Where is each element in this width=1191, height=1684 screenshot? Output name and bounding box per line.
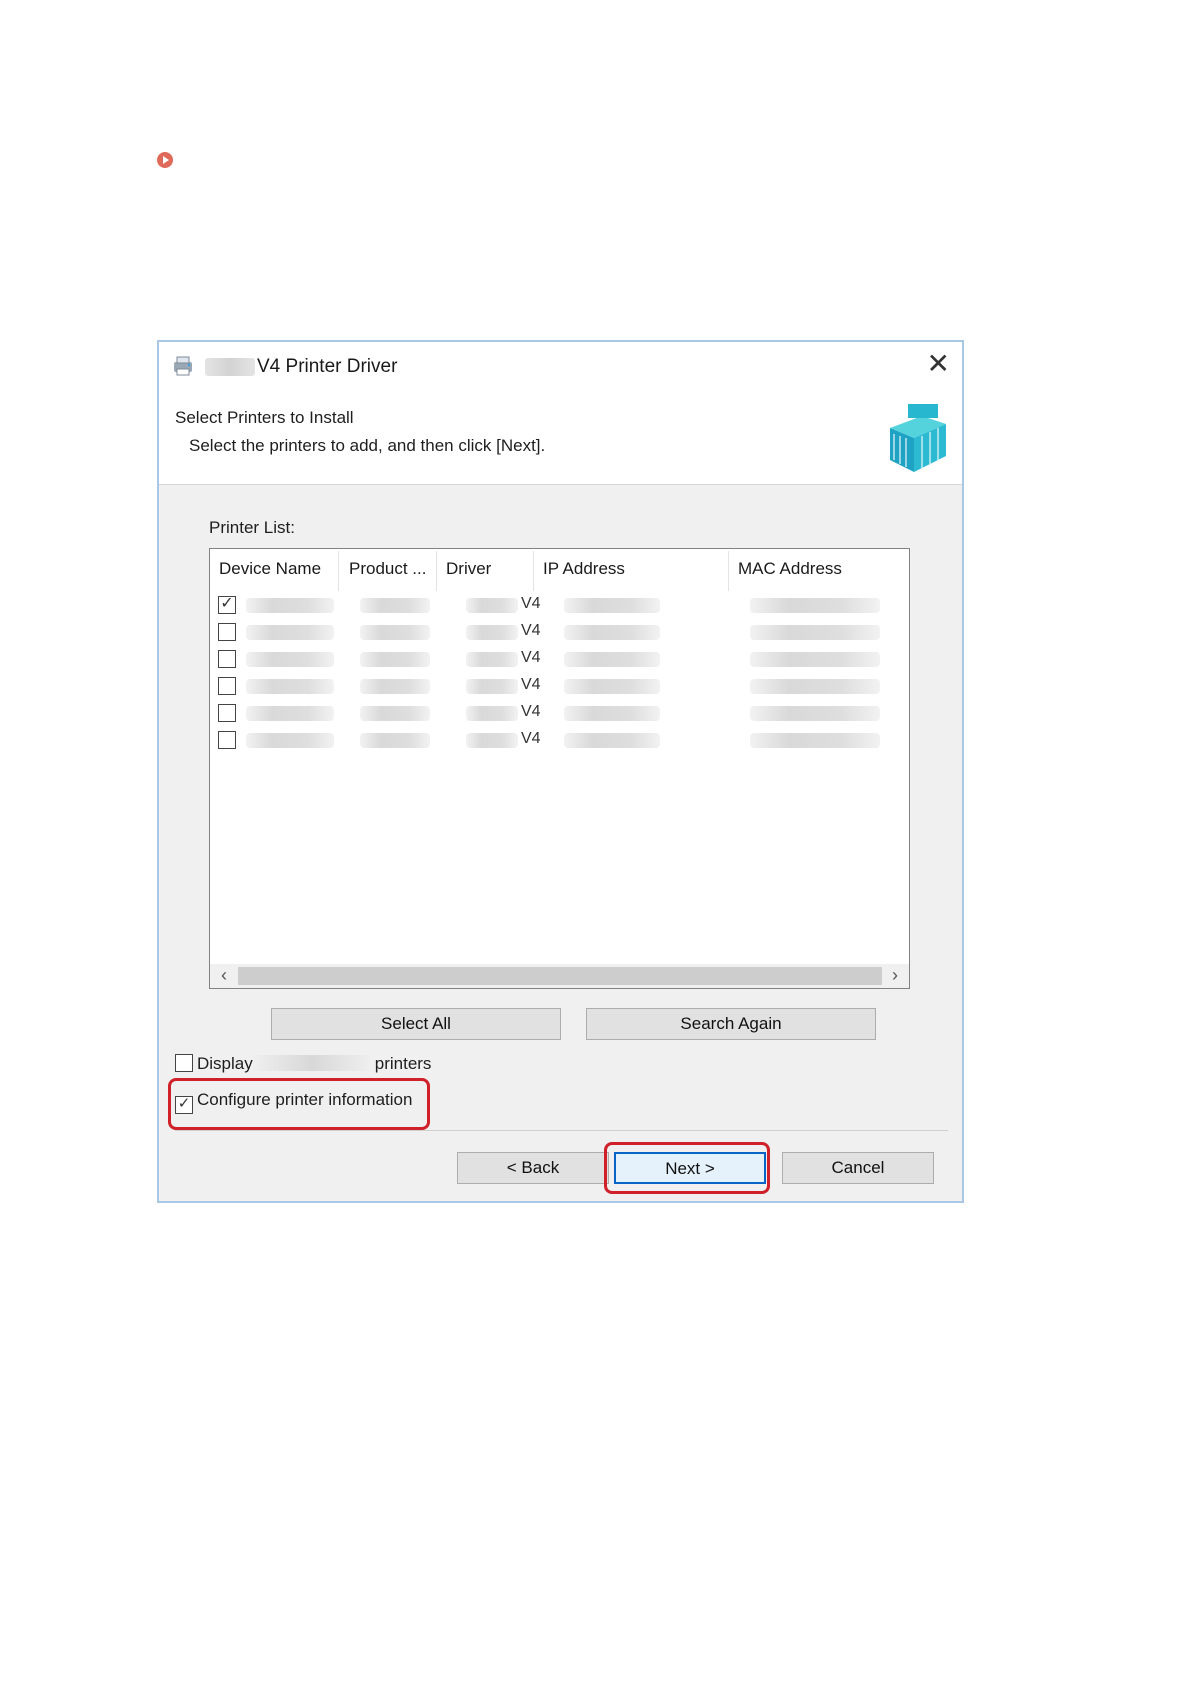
close-icon[interactable]: ✕ — [927, 350, 950, 378]
redacted-cell — [246, 679, 334, 694]
redacted-cell — [750, 733, 880, 748]
redacted-cell — [360, 625, 430, 640]
driver-cell: V4 — [521, 676, 541, 693]
dialog-header: V4 Printer Driver ✕ Select Printers to I… — [159, 342, 962, 485]
table-row[interactable]: V4 — [210, 702, 909, 729]
driver-cell: V4 — [521, 595, 541, 612]
redacted-cell — [564, 706, 660, 721]
redacted-cell — [360, 679, 430, 694]
printer-list[interactable]: Device Name Product ... Driver IP Addres… — [209, 548, 910, 989]
redacted-cell — [750, 598, 880, 613]
circle-play-icon — [157, 152, 173, 168]
row-checkbox[interactable] — [218, 731, 236, 749]
search-again-button[interactable]: Search Again — [586, 1008, 876, 1040]
redacted-cell — [564, 679, 660, 694]
redacted-cell — [564, 652, 660, 667]
scroll-left-icon[interactable]: ‹ — [214, 965, 234, 986]
footer-divider — [175, 1130, 948, 1131]
column-mac-address[interactable]: MAC Address — [738, 559, 842, 579]
redacted-cell — [360, 652, 430, 667]
back-button[interactable]: < Back — [457, 1152, 609, 1184]
cancel-button[interactable]: Cancel — [782, 1152, 934, 1184]
printer-list-label: Printer List: — [209, 518, 295, 537]
redacted-product-name — [205, 358, 255, 376]
column-separator[interactable] — [338, 551, 339, 591]
select-all-button[interactable]: Select All — [271, 1008, 561, 1040]
table-row[interactable]: V4 — [210, 621, 909, 648]
column-separator[interactable] — [728, 551, 729, 591]
redacted-cell — [360, 733, 430, 748]
redacted-cell — [466, 652, 518, 667]
display-prefix-label: Display — [197, 1054, 253, 1073]
table-row[interactable]: V4 — [210, 648, 909, 675]
redacted-cell — [466, 733, 518, 748]
row-checkbox[interactable] — [218, 650, 236, 668]
redacted-cell — [360, 598, 430, 613]
driver-cell: V4 — [521, 703, 541, 720]
row-checkbox[interactable] — [218, 623, 236, 641]
redacted-cell — [360, 706, 430, 721]
display-printers-checkbox[interactable] — [175, 1054, 193, 1072]
printer-driver-dialog: V4 Printer Driver ✕ Select Printers to I… — [157, 340, 964, 1203]
row-checkbox[interactable] — [218, 677, 236, 695]
redacted-cell — [750, 625, 880, 640]
column-separator[interactable] — [533, 551, 534, 591]
redacted-cell — [750, 652, 880, 667]
header-title: Select Printers to Install — [175, 408, 354, 427]
driver-cell: V4 — [521, 730, 541, 747]
redacted-cell — [246, 733, 334, 748]
redacted-cell — [564, 625, 660, 640]
scroll-right-icon[interactable]: › — [885, 965, 905, 986]
redacted-cell — [750, 679, 880, 694]
display-suffix-label: printers — [374, 1054, 432, 1073]
printer-setup-icon — [174, 356, 192, 376]
redacted-cell — [466, 625, 518, 640]
next-highlight-frame — [604, 1142, 770, 1194]
redacted-printer-type — [252, 1055, 371, 1071]
redacted-cell — [246, 625, 334, 640]
redacted-cell — [246, 652, 334, 667]
printer-illustration-icon — [890, 404, 946, 472]
redacted-cell — [466, 598, 518, 613]
redacted-cell — [246, 598, 334, 613]
driver-cell: V4 — [521, 622, 541, 639]
display-printers-option[interactable]: Display printers — [175, 1054, 431, 1074]
redacted-cell — [466, 706, 518, 721]
table-row[interactable]: V4 — [210, 729, 909, 756]
scrollbar-thumb[interactable] — [238, 967, 882, 985]
redacted-cell — [564, 733, 660, 748]
column-ip-address[interactable]: IP Address — [543, 559, 625, 579]
column-separator[interactable] — [436, 551, 437, 591]
redacted-cell — [246, 706, 334, 721]
redacted-cell — [466, 679, 518, 694]
table-row[interactable]: V4 — [210, 675, 909, 702]
redacted-cell — [564, 598, 660, 613]
column-driver[interactable]: Driver — [446, 559, 491, 579]
window-title: V4 Printer Driver — [257, 356, 398, 377]
row-checkbox[interactable]: ✓ — [218, 596, 236, 614]
redacted-cell — [750, 706, 880, 721]
column-product[interactable]: Product ... — [349, 559, 426, 579]
row-checkbox[interactable] — [218, 704, 236, 722]
table-row[interactable]: ✓ V4 — [210, 594, 909, 621]
horizontal-scrollbar[interactable]: ‹ › — [210, 964, 909, 988]
column-device-name[interactable]: Device Name — [219, 559, 321, 579]
header-subtitle: Select the printers to add, and then cli… — [189, 436, 546, 455]
configure-highlight-frame — [168, 1078, 430, 1130]
driver-cell: V4 — [521, 649, 541, 666]
